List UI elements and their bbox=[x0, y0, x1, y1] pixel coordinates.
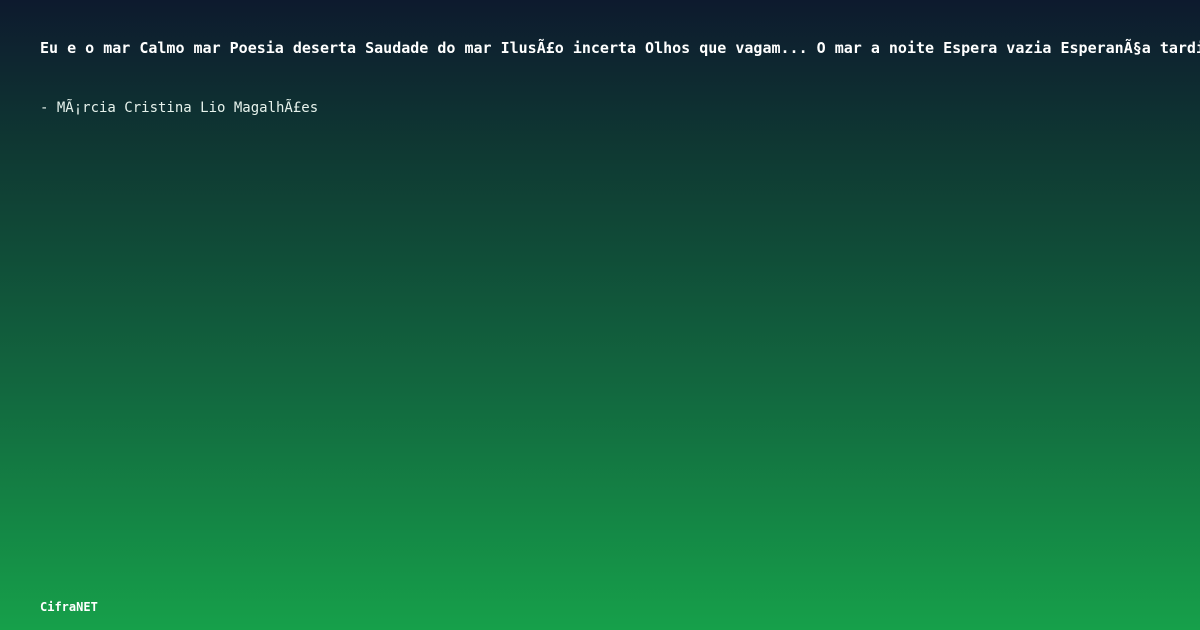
brand-logo-text: CifraNET bbox=[40, 600, 98, 614]
quote-text: Eu e o mar Calmo mar Poesia deserta Saud… bbox=[40, 39, 1200, 57]
quote-author: - MÃ¡rcia Cristina Lio MagalhÃ£es bbox=[40, 100, 319, 116]
share-card: Eu e o mar Calmo mar Poesia deserta Saud… bbox=[0, 0, 1200, 630]
